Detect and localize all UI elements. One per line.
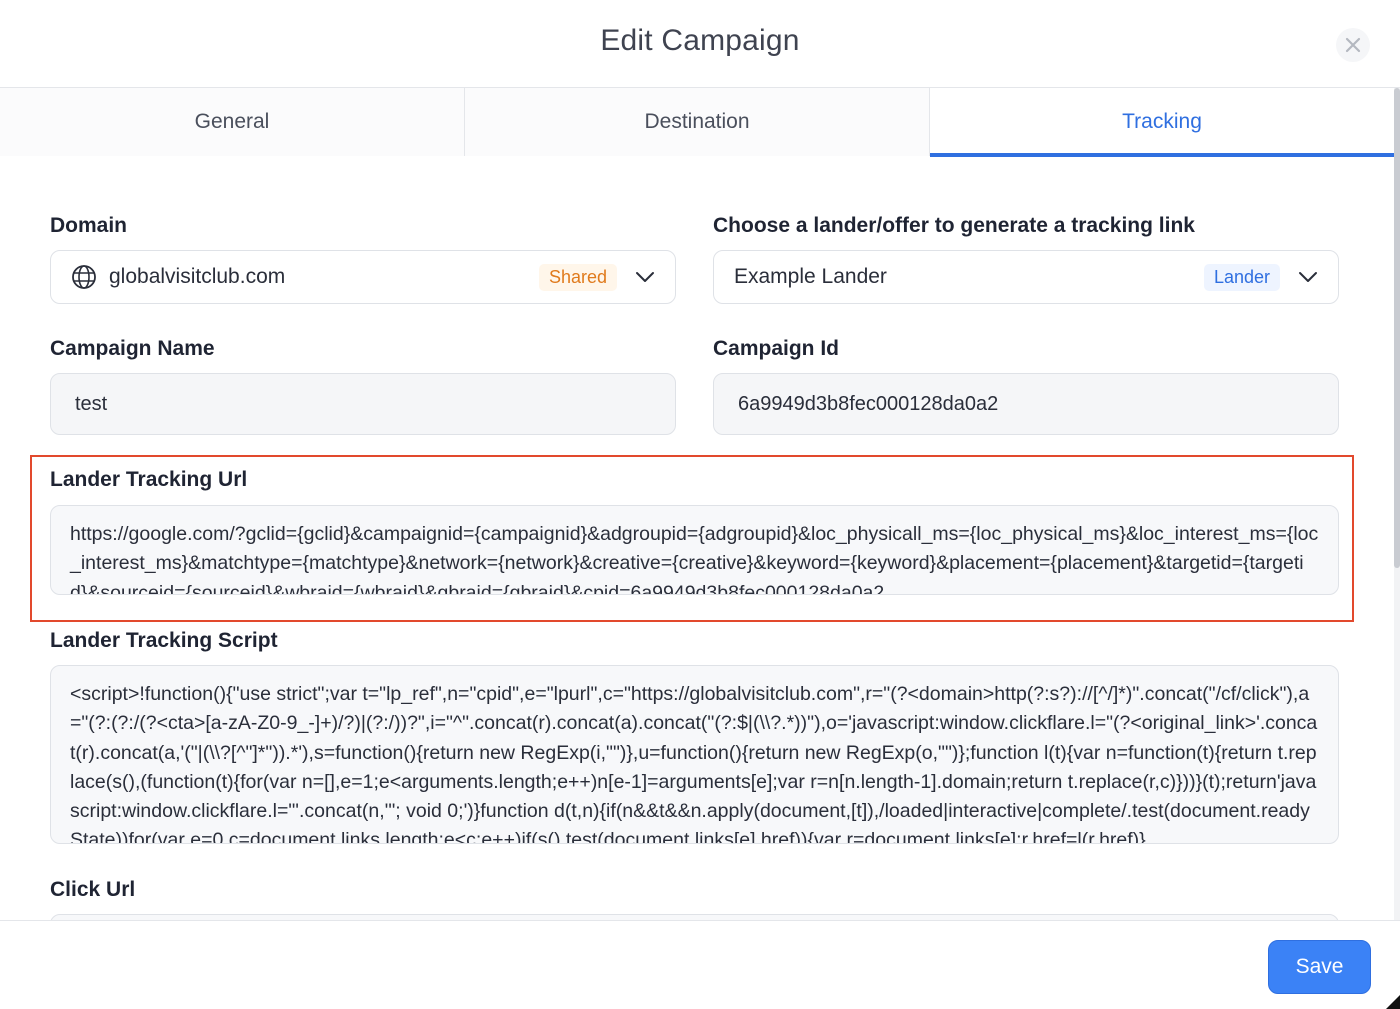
click-url-label: Click Url — [50, 878, 136, 901]
tracking-form: Domain globalvisitclub.com Shared Choose… — [0, 156, 1394, 920]
domain-value: globalvisitclub.com — [109, 265, 286, 288]
tracking-script-textarea[interactable]: <script>!function(){"use strict";var t="… — [50, 665, 1339, 844]
lander-label: Choose a lander/offer to generate a trac… — [713, 214, 1195, 237]
scrollbar-thumb[interactable] — [1394, 88, 1400, 568]
edit-campaign-modal: Edit Campaign General Destination Tracki… — [0, 0, 1400, 1009]
lander-select[interactable]: Example Lander Lander — [713, 250, 1339, 304]
chevron-down-icon — [1299, 272, 1317, 282]
scrollbar[interactable] — [1394, 88, 1400, 920]
close-button[interactable] — [1336, 28, 1370, 62]
tracking-url-textarea[interactable]: https://google.com/?gclid={gclid}&campai… — [50, 505, 1339, 595]
tab-destination[interactable]: Destination — [465, 88, 930, 156]
save-button[interactable]: Save — [1268, 940, 1371, 994]
campaign-name-input[interactable]: test — [50, 373, 676, 435]
tab-bar: General Destination Tracking — [0, 88, 1394, 157]
modal-header: Edit Campaign — [0, 0, 1400, 88]
domain-label: Domain — [50, 214, 128, 237]
shared-badge: Shared — [538, 263, 617, 291]
tracking-url-label: Lander Tracking Url — [50, 468, 248, 491]
domain-select[interactable]: globalvisitclub.com Shared — [50, 250, 676, 304]
tracking-script-label: Lander Tracking Script — [50, 629, 278, 652]
campaign-id-label: Campaign Id — [713, 337, 840, 360]
lander-badge: Lander — [1203, 263, 1280, 291]
globe-icon — [72, 265, 96, 289]
modal-title: Edit Campaign — [600, 24, 800, 57]
lander-value: Example Lander — [734, 265, 887, 288]
campaign-name-label: Campaign Name — [50, 337, 215, 360]
modal-footer: Save — [0, 920, 1400, 1009]
tab-general[interactable]: General — [0, 88, 465, 156]
tab-tracking[interactable]: Tracking — [930, 88, 1394, 157]
campaign-id-input[interactable]: 6a9949d3b8fec000128da0a2 — [713, 373, 1339, 435]
chevron-down-icon — [636, 272, 654, 282]
close-icon — [1345, 37, 1361, 53]
